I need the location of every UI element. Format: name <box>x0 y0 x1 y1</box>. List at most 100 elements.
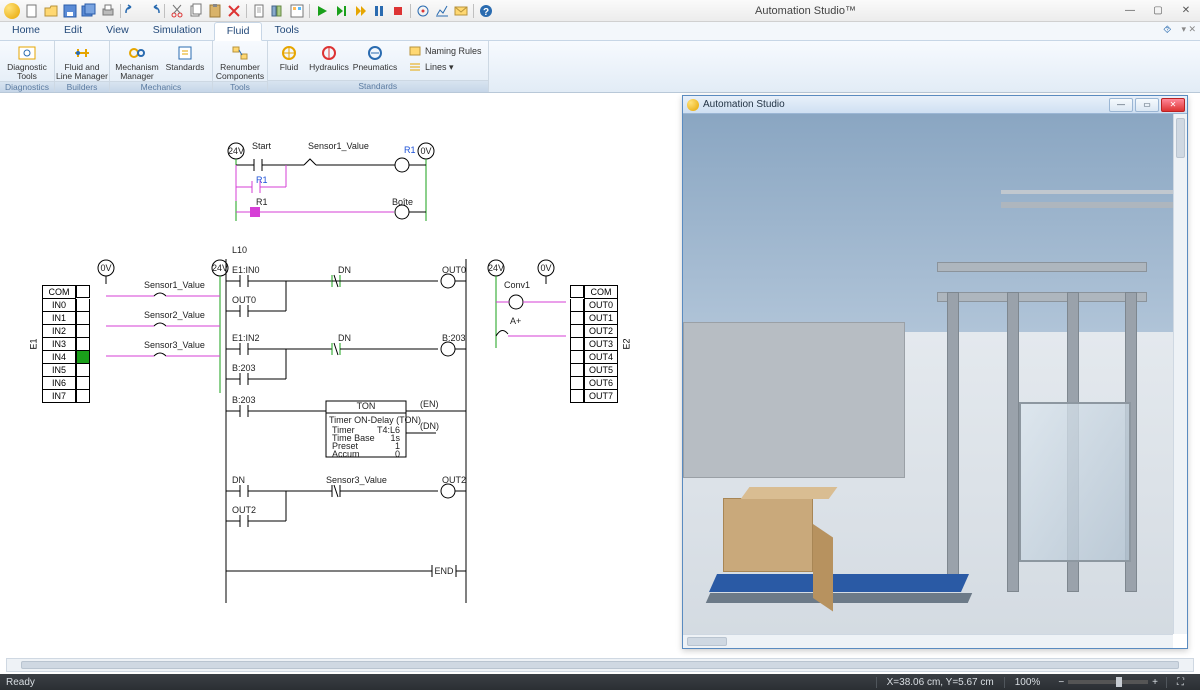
status-coords: X=38.06 cm, Y=5.67 cm <box>876 677 1004 688</box>
child-scrollbar-horizontal[interactable] <box>683 634 1173 648</box>
close-button[interactable]: ✕ <box>1172 1 1200 21</box>
svg-text:B:203: B:203 <box>232 395 256 405</box>
status-ready: Ready <box>6 677 35 688</box>
svg-text:Timer ON-Delay (TON): Timer ON-Delay (TON) <box>329 415 421 425</box>
child-close-button[interactable]: ✕ <box>1161 98 1185 112</box>
qa-library-icon[interactable] <box>269 3 287 19</box>
hydraulics-std-button[interactable]: Hydraulics <box>308 43 350 72</box>
ribbon-help-icon[interactable]: ⯑ <box>1157 22 1177 40</box>
schematic-canvas[interactable]: 24V 0V Start Sensor1_Value R1 R1 <box>6 93 1194 656</box>
qa-help-icon[interactable]: ? <box>477 3 495 19</box>
mechanism-manager-button[interactable]: Mechanism Manager <box>114 43 160 81</box>
menu-view[interactable]: View <box>94 22 141 40</box>
status-zoom: 100% <box>1004 677 1051 688</box>
svg-text:B:203: B:203 <box>232 363 256 373</box>
svg-text:A+: A+ <box>510 316 521 326</box>
menu-bar: Home Edit View Simulation Fluid Tools ⯑ … <box>0 22 1200 41</box>
svg-text:Conv1: Conv1 <box>504 280 530 290</box>
svg-text:R1: R1 <box>256 175 268 185</box>
svg-text:E1:IN0: E1:IN0 <box>232 265 260 275</box>
svg-text:Sensor1_Value: Sensor1_Value <box>308 141 369 151</box>
svg-text:0V: 0V <box>420 146 431 156</box>
svg-text:Sensor3_Value: Sensor3_Value <box>326 475 387 485</box>
qa-paste-icon[interactable] <box>206 3 224 19</box>
qa-target-icon[interactable] <box>414 3 432 19</box>
svg-text:E1:IN2: E1:IN2 <box>232 333 260 343</box>
svg-text:DN: DN <box>232 475 245 485</box>
qa-cut-icon[interactable] <box>168 3 186 19</box>
qa-save-icon[interactable] <box>61 3 79 19</box>
qa-print-icon[interactable] <box>99 3 117 19</box>
child-minimize-button[interactable]: — <box>1109 98 1133 112</box>
zoom-slider[interactable]: − + <box>1050 677 1166 688</box>
qa-mail-icon[interactable] <box>452 3 470 19</box>
svg-text:B:203: B:203 <box>442 333 466 343</box>
svg-text:L10: L10 <box>232 245 247 255</box>
menu-simulation[interactable]: Simulation <box>141 22 214 40</box>
3d-viewport[interactable] <box>683 114 1187 634</box>
ribbon-collapse-icon[interactable]: ▾ ✕ <box>1177 22 1200 40</box>
svg-text:OUT2: OUT2 <box>232 505 256 515</box>
qa-undo-icon[interactable] <box>124 3 142 19</box>
lines-dropdown[interactable]: Lines ▾ <box>406 59 484 75</box>
input-io-table[interactable]: E1 COM IN0 IN1 IN2 IN3 IN4 IN5 IN6 IN7 <box>42 285 90 403</box>
svg-text:R1: R1 <box>256 197 268 207</box>
ribbon: Diagnostic Tools Diagnostics Fluid and L… <box>0 41 1200 93</box>
svg-text:DN: DN <box>338 333 351 343</box>
child-maximize-button[interactable]: ▭ <box>1135 98 1159 112</box>
quick-access-toolbar: ? <box>0 3 495 19</box>
qa-new-icon[interactable] <box>23 3 41 19</box>
3d-view-window[interactable]: Automation Studio — ▭ ✕ <box>682 95 1188 649</box>
svg-text:END: END <box>434 566 454 576</box>
svg-text:OUT0: OUT0 <box>232 295 256 305</box>
svg-text:OUT0: OUT0 <box>442 265 466 275</box>
qa-step-icon[interactable] <box>332 3 350 19</box>
menu-tools[interactable]: Tools <box>262 22 311 40</box>
qa-delete-icon[interactable] <box>225 3 243 19</box>
renumber-components-button[interactable]: Renumber Components <box>217 43 263 81</box>
svg-text:Sensor2_Value: Sensor2_Value <box>144 310 205 320</box>
svg-text:Sensor3_Value: Sensor3_Value <box>144 340 205 350</box>
fluid-line-manager-button[interactable]: Fluid and Line Manager <box>59 43 105 81</box>
qa-slow-icon[interactable] <box>351 3 369 19</box>
window-controls: — ▢ ✕ <box>1116 1 1200 21</box>
diagnostic-tools-button[interactable]: Diagnostic Tools <box>4 43 50 81</box>
minimize-button[interactable]: — <box>1116 1 1144 21</box>
app-icon <box>4 3 20 19</box>
menu-fluid[interactable]: Fluid <box>214 22 263 41</box>
qa-saveall-icon[interactable] <box>80 3 98 19</box>
svg-text:Boîte: Boîte <box>392 197 413 207</box>
svg-text:0V: 0V <box>100 263 111 273</box>
qa-copy-icon[interactable] <box>187 3 205 19</box>
qa-plot-icon[interactable] <box>433 3 451 19</box>
main-scrollbar-horizontal[interactable] <box>6 658 1194 672</box>
title-bar: ? Automation Studio™ — ▢ ✕ <box>0 0 1200 22</box>
app-title: Automation Studio™ <box>495 5 1116 17</box>
qa-play-icon[interactable] <box>313 3 331 19</box>
output-io-table[interactable]: E2 COM OUT0 OUT1 OUT2 OUT3 OUT4 OUT5 OUT… <box>570 285 618 403</box>
fluid-std-button[interactable]: Fluid <box>272 43 306 72</box>
zoom-out-icon[interactable]: − <box>1058 677 1064 688</box>
standards-button[interactable]: Standards <box>162 43 208 72</box>
menu-edit[interactable]: Edit <box>52 22 94 40</box>
workspace: 24V 0V Start Sensor1_Value R1 R1 <box>0 93 1200 674</box>
zoom-in-icon[interactable]: + <box>1152 677 1158 688</box>
qa-redo-icon[interactable] <box>143 3 161 19</box>
qa-catalog-icon[interactable] <box>288 3 306 19</box>
qa-open-icon[interactable] <box>42 3 60 19</box>
maximize-button[interactable]: ▢ <box>1144 1 1172 21</box>
3d-view-titlebar[interactable]: Automation Studio — ▭ ✕ <box>683 96 1187 114</box>
svg-text:?: ? <box>483 7 489 18</box>
qa-pause-icon[interactable] <box>370 3 388 19</box>
svg-text:TON: TON <box>357 401 376 411</box>
svg-text:24V: 24V <box>488 263 504 273</box>
zoom-fit-icon[interactable]: ⛶ <box>1166 677 1194 688</box>
child-scrollbar-vertical[interactable] <box>1173 114 1187 634</box>
pneumatics-std-button[interactable]: Pneumatics <box>352 43 398 72</box>
qa-doc-icon[interactable] <box>250 3 268 19</box>
svg-text:0V: 0V <box>540 263 551 273</box>
svg-text:(DN): (DN) <box>420 421 439 431</box>
menu-home[interactable]: Home <box>0 22 52 40</box>
qa-stop-icon[interactable] <box>389 3 407 19</box>
naming-rules-button[interactable]: Naming Rules <box>406 43 484 59</box>
